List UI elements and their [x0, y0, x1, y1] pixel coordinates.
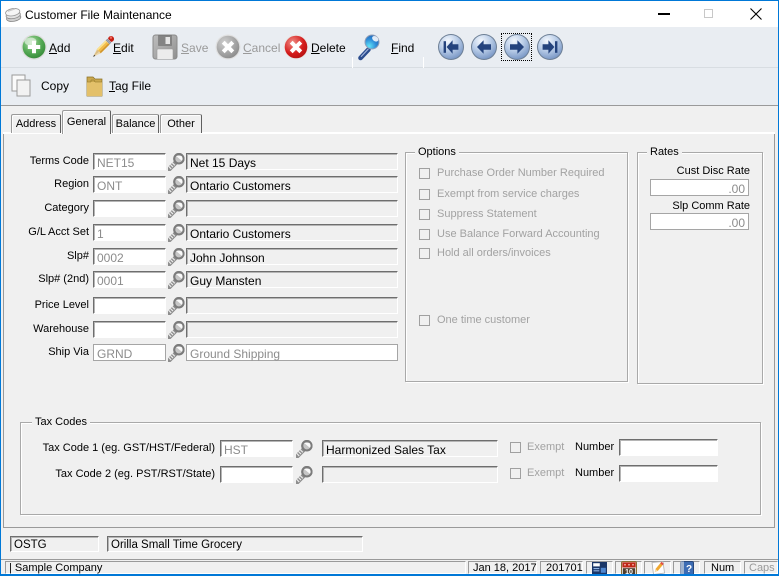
svg-text:10: 10	[625, 569, 633, 576]
svg-text:?: ?	[686, 564, 692, 575]
